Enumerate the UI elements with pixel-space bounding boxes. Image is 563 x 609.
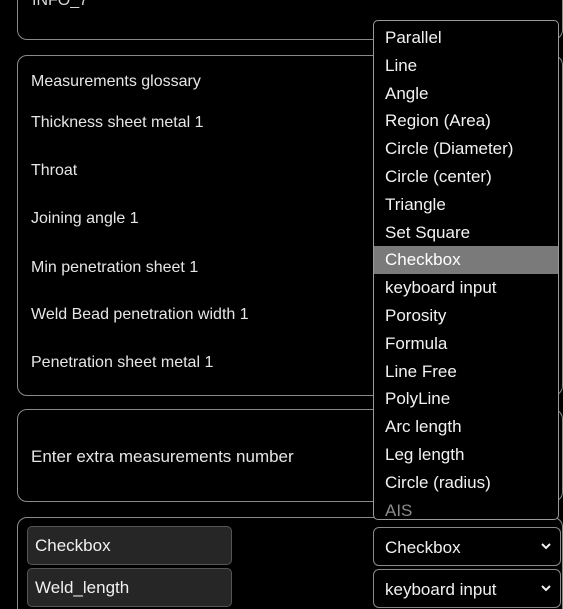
dropdown-option[interactable]: Set Square [374, 219, 558, 247]
dropdown-option[interactable]: Angle [374, 80, 558, 108]
glossary-item: Penetration sheet metal 1 [31, 354, 214, 371]
dropdown-option[interactable]: Porosity [374, 302, 558, 330]
glossary-item: Throat [31, 162, 78, 179]
dropdown-option[interactable]: Formula [374, 330, 558, 358]
dropdown-option[interactable]: Circle (Diameter) [374, 135, 558, 163]
dropdown-option[interactable]: PolyLine [374, 385, 558, 413]
dropdown-option[interactable]: Circle (center) [374, 163, 558, 191]
measurement-type-select[interactable]: Checkbox [373, 527, 561, 566]
dropdown-option[interactable]: Parallel [374, 24, 558, 52]
glossary-title: Measurements glossary [31, 73, 201, 90]
measurement-type-value: keyboard input [385, 580, 497, 599]
measurement-name-input[interactable]: Checkbox [27, 526, 232, 565]
measurement-name-input[interactable]: Weld_length [27, 568, 232, 607]
dropdown-option[interactable]: Line [374, 52, 558, 80]
dropdown-option[interactable]: keyboard input [374, 274, 558, 302]
measurement-type-dropdown[interactable]: Parallel Line Angle Region (Area) Circle… [373, 20, 559, 520]
dropdown-option-selected[interactable]: Checkbox [374, 246, 558, 275]
chevron-down-icon [541, 585, 551, 592]
chevron-down-icon [541, 543, 551, 550]
measurement-type-select[interactable]: keyboard input [373, 569, 561, 608]
measurement-config-view: INFO_7 Measurements glossary Thickness s… [0, 0, 563, 609]
extra-measurements-label: Enter extra measurements number [31, 447, 294, 466]
dropdown-option-disabled: AIS [385, 500, 413, 520]
glossary-item: Joining angle 1 [31, 210, 139, 227]
dropdown-option[interactable]: Region (Area) [374, 107, 558, 135]
measurement-type-value: Checkbox [385, 538, 461, 557]
dropdown-option[interactable]: Arc length [374, 413, 558, 441]
dropdown-option[interactable]: Line Free [374, 358, 558, 386]
glossary-item: Weld Bead penetration width 1 [31, 306, 249, 323]
dropdown-option[interactable]: Circle (radius) [374, 469, 558, 497]
glossary-item: Min penetration sheet 1 [31, 259, 199, 276]
dropdown-option[interactable]: Triangle [374, 191, 558, 219]
glossary-item: Thickness sheet metal 1 [31, 114, 204, 131]
dropdown-option[interactable]: Leg length [374, 441, 558, 469]
info-panel-title: INFO_7 [32, 0, 89, 9]
